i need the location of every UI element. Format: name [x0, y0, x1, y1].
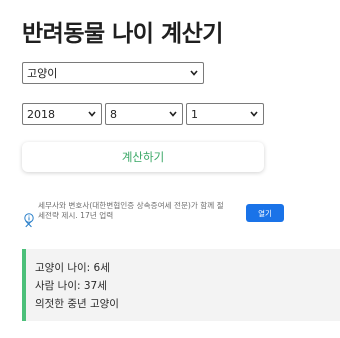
- life-stage-result: 의젓한 중년 고양이: [35, 298, 119, 310]
- ad-open-button[interactable]: 열기: [246, 204, 284, 222]
- chevron-down-icon: [249, 109, 259, 119]
- year-select[interactable]: 2018: [22, 103, 102, 125]
- chevron-down-icon: [87, 109, 97, 119]
- month-select[interactable]: 8: [105, 103, 183, 125]
- close-icon[interactable]: ✕: [24, 219, 33, 231]
- calculate-button[interactable]: 계산하기: [22, 142, 264, 172]
- day-select-value: 1: [191, 107, 198, 121]
- day-select[interactable]: 1: [186, 103, 264, 125]
- pet-age-calculator-page: 반려동물 나이 계산기 고양이 2018 8 1 계산하기 ✕ 세무사와 변호사…: [0, 0, 340, 338]
- ad-banner[interactable]: ✕ 세무사와 변호사(대한변협인증 상속증여세 전문)가 함께 절세전략 제시.…: [22, 197, 284, 233]
- pet-age-result: 고양이 나이: 6세: [35, 262, 110, 274]
- chevron-down-icon: [189, 68, 199, 78]
- result-box: 고양이 나이: 6세 사람 나이: 37세 의젓한 중년 고양이: [22, 249, 340, 321]
- ad-text[interactable]: 세무사와 변호사(대한변협인증 상속증여세 전문)가 함께 절세전략 제시. 1…: [38, 201, 224, 221]
- page-title: 반려동물 나이 계산기: [22, 21, 223, 47]
- info-icon[interactable]: [24, 208, 34, 223]
- species-select[interactable]: 고양이: [22, 62, 204, 84]
- species-select-value: 고양이: [27, 67, 58, 80]
- month-select-value: 8: [110, 107, 117, 121]
- human-age-result: 사람 나이: 37세: [35, 280, 107, 292]
- chevron-down-icon: [168, 109, 178, 119]
- year-select-value: 2018: [27, 107, 55, 121]
